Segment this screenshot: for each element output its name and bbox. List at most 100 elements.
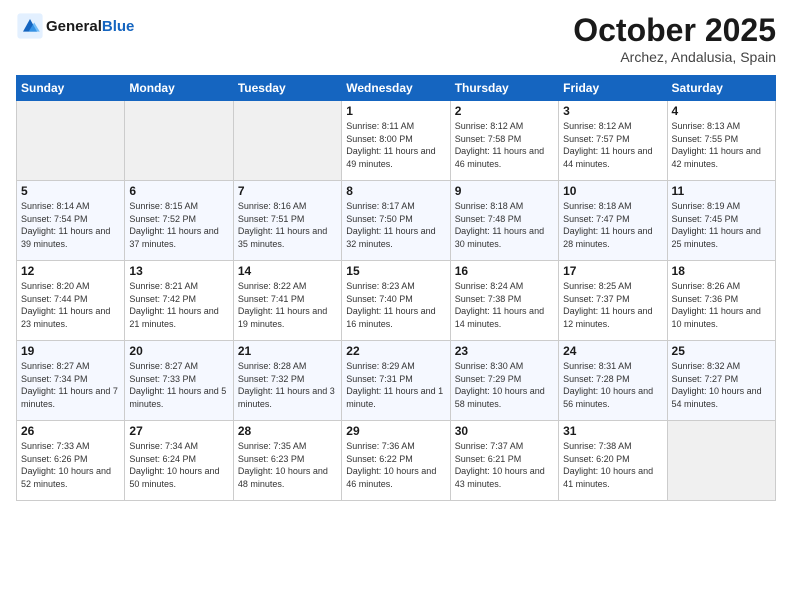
day-number: 29 xyxy=(346,424,445,438)
calendar-cell: 29 Sunrise: 7:36 AMSunset: 6:22 PMDayligh… xyxy=(342,421,450,501)
day-number: 16 xyxy=(455,264,554,278)
day-info: Sunrise: 8:14 AMSunset: 7:54 PMDaylight:… xyxy=(21,200,120,250)
calendar-cell: 6 Sunrise: 8:15 AMSunset: 7:52 PMDaylight… xyxy=(125,181,233,261)
day-info: Sunrise: 8:26 AMSunset: 7:36 PMDaylight:… xyxy=(672,280,771,330)
day-number: 26 xyxy=(21,424,120,438)
day-number: 6 xyxy=(129,184,228,198)
calendar-cell: 10Sunrise: 8:18 AMSunset: 7:47 PMDayligh… xyxy=(559,181,667,261)
day-number: 1 xyxy=(346,104,445,118)
day-info: Sunrise: 8:15 AMSunset: 7:52 PMDaylight:… xyxy=(129,200,228,250)
col-tuesday: Tuesday xyxy=(233,76,341,101)
calendar-cell: 8 Sunrise: 8:17 AMSunset: 7:50 PMDaylight… xyxy=(342,181,450,261)
day-number: 31 xyxy=(563,424,662,438)
week-row-3: 12 Sunrise: 8:20 AMSunset: 7:44 PMDayligh… xyxy=(17,261,776,341)
day-info: Sunrise: 8:28 AMSunset: 7:32 PMDaylight:… xyxy=(238,360,337,410)
day-info: Sunrise: 7:34 AMSunset: 6:24 PMDaylight:… xyxy=(129,440,228,490)
week-row-2: 5 Sunrise: 8:14 AMSunset: 7:54 PMDaylight… xyxy=(17,181,776,261)
day-number: 25 xyxy=(672,344,771,358)
day-number: 30 xyxy=(455,424,554,438)
day-info: Sunrise: 8:30 AMSunset: 7:29 PMDaylight:… xyxy=(455,360,554,410)
day-info: Sunrise: 8:27 AMSunset: 7:33 PMDaylight:… xyxy=(129,360,228,410)
day-number: 12 xyxy=(21,264,120,278)
col-monday: Monday xyxy=(125,76,233,101)
day-info: Sunrise: 8:19 AMSunset: 7:45 PMDaylight:… xyxy=(672,200,771,250)
logo-text: GeneralBlue xyxy=(46,18,134,35)
day-number: 23 xyxy=(455,344,554,358)
day-number: 2 xyxy=(455,104,554,118)
day-info: Sunrise: 8:27 AMSunset: 7:34 PMDaylight:… xyxy=(21,360,120,410)
calendar-cell: 7 Sunrise: 8:16 AMSunset: 7:51 PMDaylight… xyxy=(233,181,341,261)
day-number: 19 xyxy=(21,344,120,358)
calendar-cell: 5 Sunrise: 8:14 AMSunset: 7:54 PMDaylight… xyxy=(17,181,125,261)
calendar-cell: 18 Sunrise: 8:26 AMSunset: 7:36 PMDayligh… xyxy=(667,261,775,341)
page: GeneralBlue October 2025 Archez, Andalus… xyxy=(0,0,792,612)
day-info: Sunrise: 7:38 AMSunset: 6:20 PMDaylight:… xyxy=(563,440,662,490)
day-info: Sunrise: 8:12 AMSunset: 7:58 PMDaylight:… xyxy=(455,120,554,170)
calendar-cell: 31 Sunrise: 7:38 AMSunset: 6:20 PMDayligh… xyxy=(559,421,667,501)
calendar-cell xyxy=(667,421,775,501)
calendar-cell: 12 Sunrise: 8:20 AMSunset: 7:44 PMDayligh… xyxy=(17,261,125,341)
day-info: Sunrise: 8:29 AMSunset: 7:31 PMDaylight:… xyxy=(346,360,445,410)
day-info: Sunrise: 8:17 AMSunset: 7:50 PMDaylight:… xyxy=(346,200,445,250)
day-info: Sunrise: 8:22 AMSunset: 7:41 PMDaylight:… xyxy=(238,280,337,330)
day-info: Sunrise: 8:21 AMSunset: 7:42 PMDaylight:… xyxy=(129,280,228,330)
day-number: 9 xyxy=(455,184,554,198)
day-info: Sunrise: 8:18 AMSunset: 7:48 PMDaylight:… xyxy=(455,200,554,250)
day-info: Sunrise: 8:20 AMSunset: 7:44 PMDaylight:… xyxy=(21,280,120,330)
col-friday: Friday xyxy=(559,76,667,101)
day-info: Sunrise: 7:36 AMSunset: 6:22 PMDaylight:… xyxy=(346,440,445,490)
day-info: Sunrise: 8:23 AMSunset: 7:40 PMDaylight:… xyxy=(346,280,445,330)
calendar-cell xyxy=(17,101,125,181)
calendar-cell: 13 Sunrise: 8:21 AMSunset: 7:42 PMDayligh… xyxy=(125,261,233,341)
calendar-cell: 3Sunrise: 8:12 AMSunset: 7:57 PMDaylight… xyxy=(559,101,667,181)
day-info: Sunrise: 7:35 AMSunset: 6:23 PMDaylight:… xyxy=(238,440,337,490)
day-info: Sunrise: 7:33 AMSunset: 6:26 PMDaylight:… xyxy=(21,440,120,490)
calendar-cell: 22 Sunrise: 8:29 AMSunset: 7:31 PMDayligh… xyxy=(342,341,450,421)
calendar-cell: 15Sunrise: 8:23 AMSunset: 7:40 PMDayligh… xyxy=(342,261,450,341)
col-thursday: Thursday xyxy=(450,76,558,101)
day-info: Sunrise: 8:25 AMSunset: 7:37 PMDaylight:… xyxy=(563,280,662,330)
calendar-cell: 25 Sunrise: 8:32 AMSunset: 7:27 PMDayligh… xyxy=(667,341,775,421)
title-block: October 2025 Archez, Andalusia, Spain xyxy=(573,12,776,65)
day-number: 3 xyxy=(563,104,662,118)
calendar-cell: 17Sunrise: 8:25 AMSunset: 7:37 PMDayligh… xyxy=(559,261,667,341)
day-number: 7 xyxy=(238,184,337,198)
calendar-cell: 4 Sunrise: 8:13 AMSunset: 7:55 PMDaylight… xyxy=(667,101,775,181)
logo: GeneralBlue xyxy=(16,12,134,40)
day-info: Sunrise: 8:24 AMSunset: 7:38 PMDaylight:… xyxy=(455,280,554,330)
day-number: 8 xyxy=(346,184,445,198)
day-number: 4 xyxy=(672,104,771,118)
day-info: Sunrise: 8:31 AMSunset: 7:28 PMDaylight:… xyxy=(563,360,662,410)
day-number: 10 xyxy=(563,184,662,198)
col-wednesday: Wednesday xyxy=(342,76,450,101)
week-row-5: 26 Sunrise: 7:33 AMSunset: 6:26 PMDayligh… xyxy=(17,421,776,501)
calendar-cell: 26 Sunrise: 7:33 AMSunset: 6:26 PMDayligh… xyxy=(17,421,125,501)
day-number: 13 xyxy=(129,264,228,278)
day-number: 14 xyxy=(238,264,337,278)
calendar-cell: 1 Sunrise: 8:11 AMSunset: 8:00 PMDaylight… xyxy=(342,101,450,181)
header: GeneralBlue October 2025 Archez, Andalus… xyxy=(16,12,776,65)
day-number: 18 xyxy=(672,264,771,278)
week-row-4: 19 Sunrise: 8:27 AMSunset: 7:34 PMDayligh… xyxy=(17,341,776,421)
day-info: Sunrise: 7:37 AMSunset: 6:21 PMDaylight:… xyxy=(455,440,554,490)
day-number: 20 xyxy=(129,344,228,358)
day-number: 22 xyxy=(346,344,445,358)
calendar-cell: 2 Sunrise: 8:12 AMSunset: 7:58 PMDaylight… xyxy=(450,101,558,181)
calendar-cell: 9 Sunrise: 8:18 AMSunset: 7:48 PMDaylight… xyxy=(450,181,558,261)
calendar-cell: 19 Sunrise: 8:27 AMSunset: 7:34 PMDayligh… xyxy=(17,341,125,421)
day-info: Sunrise: 8:11 AMSunset: 8:00 PMDaylight:… xyxy=(346,120,445,170)
calendar-cell xyxy=(233,101,341,181)
day-number: 11 xyxy=(672,184,771,198)
calendar-cell: 28Sunrise: 7:35 AMSunset: 6:23 PMDayligh… xyxy=(233,421,341,501)
day-info: Sunrise: 8:16 AMSunset: 7:51 PMDaylight:… xyxy=(238,200,337,250)
calendar-cell: 24 Sunrise: 8:31 AMSunset: 7:28 PMDayligh… xyxy=(559,341,667,421)
day-number: 24 xyxy=(563,344,662,358)
day-info: Sunrise: 8:13 AMSunset: 7:55 PMDaylight:… xyxy=(672,120,771,170)
calendar-cell: 23 Sunrise: 8:30 AMSunset: 7:29 PMDayligh… xyxy=(450,341,558,421)
day-info: Sunrise: 8:32 AMSunset: 7:27 PMDaylight:… xyxy=(672,360,771,410)
week-row-1: 1 Sunrise: 8:11 AMSunset: 8:00 PMDaylight… xyxy=(17,101,776,181)
header-row: Sunday Monday Tuesday Wednesday Thursday… xyxy=(17,76,776,101)
day-number: 5 xyxy=(21,184,120,198)
calendar-cell: 14 Sunrise: 8:22 AMSunset: 7:41 PMDayligh… xyxy=(233,261,341,341)
logo-icon xyxy=(16,12,44,40)
